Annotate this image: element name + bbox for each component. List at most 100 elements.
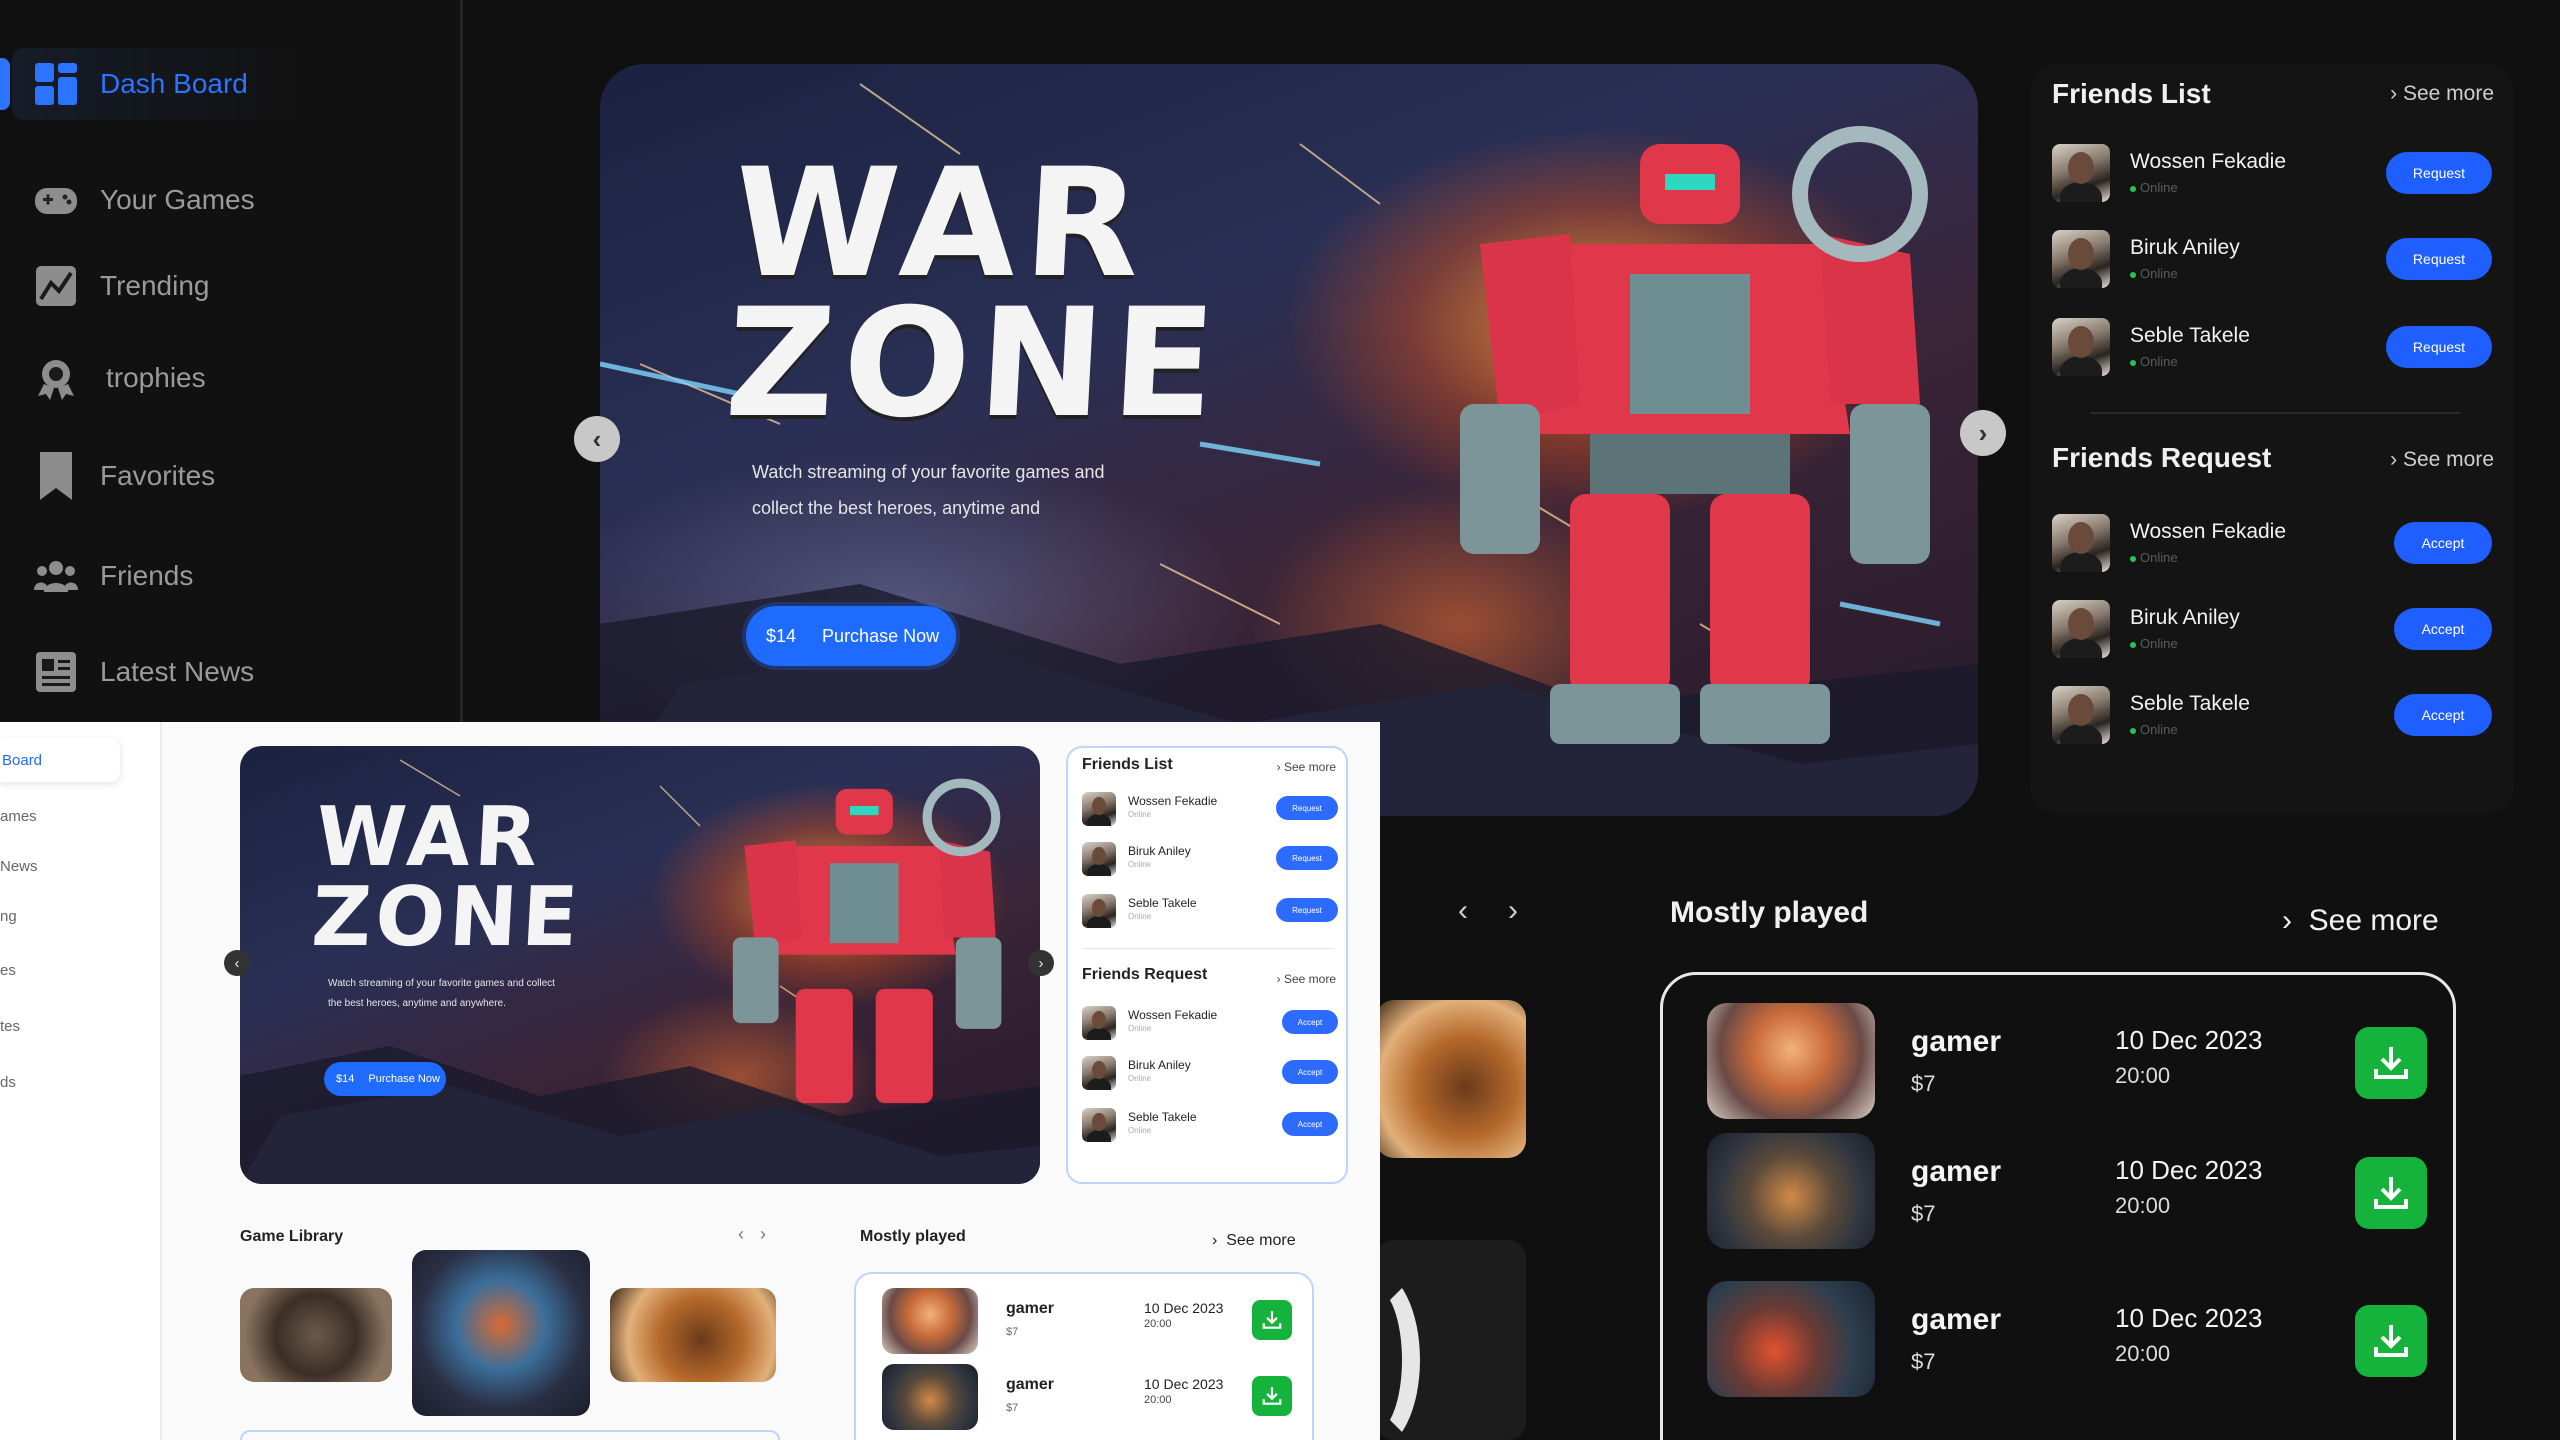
accept-button[interactable]: Accept: [1282, 1010, 1338, 1034]
request-button[interactable]: Request: [2386, 152, 2492, 194]
download-button[interactable]: [2355, 1027, 2427, 1099]
download-button[interactable]: [2355, 1305, 2427, 1377]
game-thumbnail: [882, 1364, 978, 1430]
mostly-played-list: gamer $7 10 Dec 2023 20:00 gamer $7 10 D…: [1660, 972, 2456, 1440]
game-library-card-featured[interactable]: [412, 1250, 590, 1416]
newspaper-icon: [34, 650, 78, 694]
library-prev-arrow[interactable]: ‹: [738, 1224, 760, 1244]
sidebar-item-label: Friends: [100, 560, 194, 591]
request-button[interactable]: Request: [1276, 898, 1338, 922]
avatar: [1082, 894, 1116, 928]
light-carousel-prev-button[interactable]: ‹: [224, 950, 250, 976]
download-button[interactable]: [1252, 1300, 1292, 1340]
game-row[interactable]: gamer $7 10 Dec 2023 20:00: [882, 1288, 1292, 1358]
light-purchase-now-button[interactable]: $14 Purchase Now: [324, 1062, 446, 1096]
game-name: gamer: [1911, 1155, 2002, 1188]
sidebar-item-trending[interactable]: Trending: [34, 258, 209, 314]
sidebar-item-trophies[interactable]: trophies: [34, 350, 206, 406]
friend-request-row: Wossen Fekadie Online Accept: [2052, 514, 2492, 578]
avatar: [2052, 600, 2110, 658]
friend-name: Wossen Fekadie: [2130, 520, 2287, 543]
friends-request-see-more[interactable]: › See more: [2390, 448, 2494, 472]
game-name: gamer: [1006, 1300, 1055, 1317]
accept-button[interactable]: Accept: [1282, 1060, 1338, 1084]
accept-button[interactable]: Accept: [1282, 1112, 1338, 1136]
trending-chart-icon: [34, 264, 78, 308]
avatar: [2052, 144, 2110, 202]
request-button[interactable]: Request: [2386, 326, 2492, 368]
game-row[interactable]: gamer $7 10 Dec 2023 20:00: [1707, 1003, 2427, 1123]
light-friends-panel: Friends List › See more Wossen Fekadie O…: [1066, 746, 1348, 1184]
game-price: $7: [1006, 1326, 1019, 1338]
bookmark-icon: [34, 452, 78, 500]
mostly-played-title: Mostly played: [1670, 896, 1869, 929]
request-button[interactable]: Request: [1276, 846, 1338, 870]
light-sidebar: Board ames News ng es tes ds: [0, 722, 162, 1440]
light-sidebar-item[interactable]: ng: [0, 908, 17, 925]
purchase-now-button[interactable]: $14 Purchase Now: [746, 606, 956, 666]
game-row[interactable]: gamer $7 10 Dec 2023 20:00: [1707, 1133, 2427, 1253]
accept-button[interactable]: Accept: [2394, 694, 2492, 736]
light-friends-request-see-more[interactable]: › See more: [1277, 972, 1336, 986]
game-library-card[interactable]: [240, 1288, 392, 1382]
library-next-arrow[interactable]: ›: [1508, 894, 1518, 928]
game-row[interactable]: gamer $7 10 Dec 2023 20:00: [882, 1364, 1292, 1434]
game-library-card[interactable]: [1376, 1000, 1526, 1158]
friend-status: Online: [1128, 810, 1152, 819]
friend-row: Seble Takele Online Request: [1082, 894, 1338, 930]
download-icon: [2374, 1325, 2408, 1357]
light-sidebar-item[interactable]: ames: [0, 808, 37, 825]
sidebar-item-your-games[interactable]: Your Games: [34, 172, 255, 228]
game-library-card[interactable]: [610, 1288, 776, 1382]
avatar: [1082, 792, 1116, 826]
mostly-played-see-more[interactable]: › See more: [2282, 904, 2439, 938]
sidebar-item-latest-news[interactable]: Latest News: [34, 644, 254, 700]
download-button[interactable]: [2355, 1157, 2427, 1229]
game-date: 10 Dec 2023: [2115, 1025, 2263, 1055]
game-time: 20:00: [2115, 1063, 2171, 1088]
active-indicator: [0, 58, 10, 110]
light-carousel-next-button[interactable]: ›: [1028, 950, 1054, 976]
sidebar-item-favorites[interactable]: Favorites: [34, 448, 215, 504]
friend-name: Wossen Fekadie: [1128, 794, 1218, 808]
light-hero-title: WAR ZONE: [309, 790, 585, 965]
friends-icon: [34, 554, 78, 598]
carousel-next-button[interactable]: ›: [1960, 410, 2006, 456]
friends-list-see-more[interactable]: › See more: [2390, 82, 2494, 106]
sidebar-item-dashboard[interactable]: Dash Board: [34, 56, 248, 112]
price-label: $14: [336, 1073, 355, 1085]
download-button[interactable]: [1252, 1376, 1292, 1416]
game-time: 20:00: [2115, 1341, 2171, 1366]
request-button[interactable]: Request: [2386, 238, 2492, 280]
request-button[interactable]: Request: [1276, 796, 1338, 820]
light-mostly-played-list: gamer $7 10 Dec 2023 20:00 gamer $7 10 D…: [854, 1272, 1314, 1440]
light-sidebar-item[interactable]: tes: [0, 1018, 20, 1035]
game-library-arrows: ‹›: [738, 1224, 782, 1245]
accept-button[interactable]: Accept: [2394, 522, 2492, 564]
game-name: gamer: [1911, 1025, 2002, 1058]
friend-request-row: Wossen Fekadie Online Accept: [1082, 1006, 1338, 1042]
game-library-next-section: [240, 1430, 780, 1440]
library-next-arrow[interactable]: ›: [760, 1224, 782, 1244]
avatar: [2052, 686, 2110, 744]
sidebar-item-friends[interactable]: Friends: [34, 548, 193, 604]
light-sidebar-item[interactable]: es: [0, 962, 16, 979]
accept-button[interactable]: Accept: [2394, 608, 2492, 650]
game-row[interactable]: gamer $7 10 Dec 2023 20:00: [1707, 1281, 2427, 1401]
friend-request-row: Seble Takele Online Accept: [1082, 1108, 1338, 1144]
light-mostly-played-see-more[interactable]: › See more: [1212, 1232, 1296, 1250]
friend-row: Biruk Aniley Online Request: [1082, 842, 1338, 878]
price-label: $14: [766, 625, 797, 646]
avatar: [1082, 1056, 1116, 1090]
light-sidebar-item[interactable]: ds: [0, 1074, 16, 1091]
robot-hero-illustration: [1460, 126, 1930, 744]
friends-list-title: Friends List: [2052, 78, 2211, 109]
light-sidebar-item[interactable]: News: [0, 858, 38, 875]
light-friends-list-see-more[interactable]: › See more: [1277, 760, 1336, 774]
carousel-prev-button[interactable]: ‹: [574, 416, 620, 462]
library-prev-arrow[interactable]: ‹: [1458, 894, 1468, 928]
hero-title: WAR ZONE: [721, 137, 1228, 451]
sidebar-item-label: Latest News: [100, 656, 255, 687]
light-sidebar-item-active[interactable]: Board: [0, 738, 120, 782]
chevron-right-icon: ›: [1212, 1232, 1227, 1249]
